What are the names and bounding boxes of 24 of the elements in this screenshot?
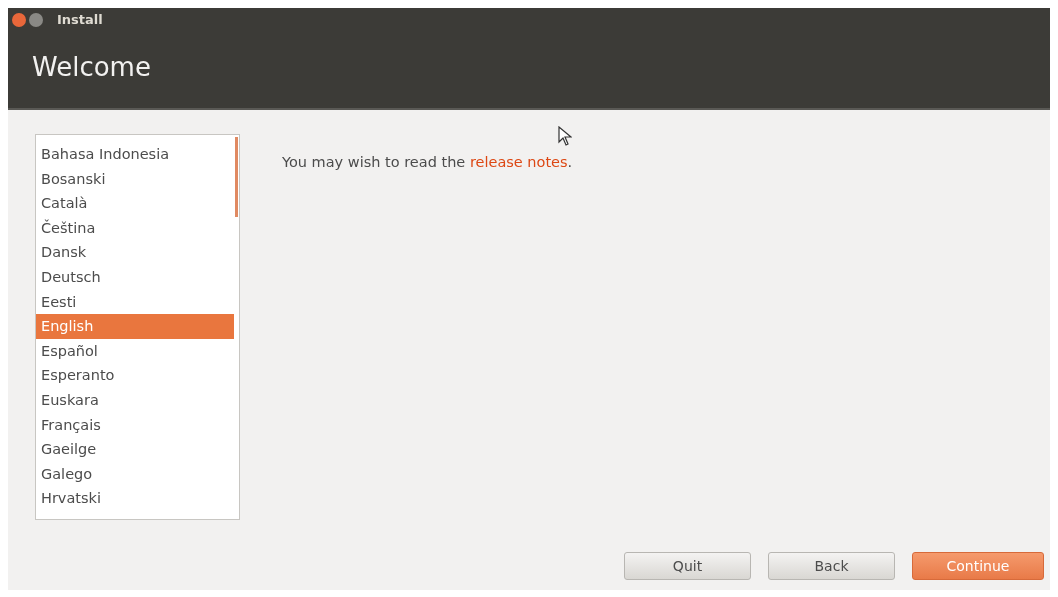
- language-item[interactable]: Dansk: [36, 240, 234, 265]
- language-item[interactable]: Bahasa Indonesia: [36, 142, 234, 167]
- language-item[interactable]: Bosanski: [36, 166, 234, 192]
- mouse-pointer-icon: [558, 126, 572, 146]
- close-icon[interactable]: [12, 13, 26, 27]
- window-title: Install: [57, 11, 103, 30]
- scrollbar-thumb[interactable]: [235, 137, 238, 217]
- language-item[interactable]: Galego: [36, 461, 234, 487]
- minimize-icon[interactable]: [29, 13, 43, 27]
- language-item[interactable]: Hrvatski: [36, 486, 234, 511]
- language-item[interactable]: Eesti: [36, 289, 234, 315]
- dialog-button[interactable]: Quit: [624, 552, 751, 580]
- language-item[interactable]: Deutsch: [36, 264, 234, 290]
- page-heading: Welcome: [32, 50, 151, 84]
- release-notes-message: You may wish to read the release notes.: [282, 153, 573, 172]
- language-item[interactable]: Čeština: [36, 215, 234, 241]
- language-item[interactable]: Esperanto: [36, 363, 234, 388]
- language-item[interactable]: Español: [36, 338, 234, 364]
- release-notes-link[interactable]: release notes: [469, 154, 568, 170]
- dialog-button[interactable]: Back: [768, 552, 895, 580]
- language-item[interactable]: Català: [36, 191, 234, 216]
- language-item[interactable]: Français: [36, 412, 234, 438]
- language-item[interactable]: Euskara: [36, 387, 234, 413]
- language-item[interactable]: Gaeilge: [36, 437, 234, 462]
